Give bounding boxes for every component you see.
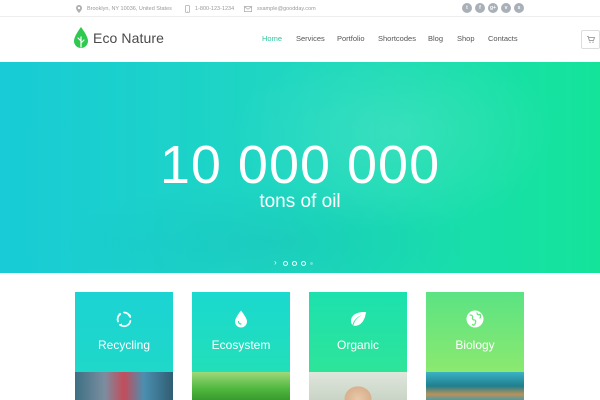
card-header: Recycling <box>75 292 173 372</box>
slider-next-arrow-icon[interactable]: › <box>274 259 277 267</box>
card-header: Biology <box>426 292 524 372</box>
location-pin-icon <box>76 4 82 13</box>
slider-dot[interactable] <box>309 261 313 265</box>
twitter-icon[interactable]: t <box>462 3 472 13</box>
email-info[interactable]: sxample@goodday.com <box>244 0 316 17</box>
card-label: Organic <box>336 338 380 352</box>
hero-subtitle: tons of oil <box>259 191 341 212</box>
skype-icon[interactable]: s <box>514 3 524 13</box>
feature-card-organic[interactable]: Organic <box>309 292 407 400</box>
nav-item-contacts[interactable]: Contacts <box>488 34 518 43</box>
slider-dot[interactable] <box>300 260 306 266</box>
nav-item-services[interactable]: Services <box>296 34 325 43</box>
grass-photo <box>192 372 290 400</box>
social-links: t f g+ v s <box>462 3 524 13</box>
nav-item-shop[interactable]: Shop <box>457 34 475 43</box>
recycling-photo <box>75 372 173 400</box>
address-info: Brooklyn, NY 10036, United States <box>76 0 172 17</box>
nav-item-blog[interactable]: Blog <box>428 34 443 43</box>
vimeo-icon[interactable]: v <box>501 3 511 13</box>
card-label: Ecosystem <box>211 338 271 352</box>
leaf-icon <box>349 310 367 328</box>
person-photo <box>309 372 407 400</box>
nav-item-home[interactable]: Home <box>262 34 282 43</box>
card-label: Biology <box>455 338 495 352</box>
logo-text: Eco Nature <box>93 30 165 46</box>
water-drop-icon <box>234 310 248 328</box>
card-header: Ecosystem <box>192 292 290 372</box>
google-plus-icon[interactable]: g+ <box>488 3 498 13</box>
cart-icon <box>586 36 595 43</box>
card-label: Recycling <box>97 338 151 352</box>
hero-headline-number: 10 000 000 <box>159 135 441 195</box>
recycle-icon <box>115 310 133 328</box>
feature-card-recycling[interactable]: Recycling <box>75 292 173 400</box>
facebook-icon[interactable]: f <box>475 3 485 13</box>
cart-button[interactable] <box>581 30 600 49</box>
phone-info: 1-800-123-1234 <box>185 0 234 17</box>
phone-icon <box>185 4 190 13</box>
top-info-bar: Brooklyn, NY 10036, United States 1-800-… <box>0 0 600 17</box>
feature-card-ecosystem[interactable]: Ecosystem <box>192 292 290 400</box>
globe-icon <box>466 310 484 328</box>
email-link[interactable]: sxample@goodday.com <box>257 6 316 12</box>
address-text: Brooklyn, NY 10036, United States <box>87 5 172 12</box>
phone-text: 1-800-123-1234 <box>195 5 235 12</box>
feature-card-biology[interactable]: Biology <box>426 292 524 400</box>
slider-dot[interactable] <box>282 260 288 266</box>
nav-item-portfolio[interactable]: Portfolio <box>337 34 365 43</box>
coral-reef-photo <box>426 372 524 400</box>
card-header: Organic <box>309 292 407 372</box>
slider-pagination: › <box>274 259 313 267</box>
envelope-icon <box>244 5 252 12</box>
nav-item-shortcodes[interactable]: Shortcodes <box>378 34 416 43</box>
slider-dot[interactable] <box>291 260 297 266</box>
site-header: Eco Nature Home Services Portfolio Short… <box>0 17 600 62</box>
hero-slider: 10 000 000 tons of oil › <box>0 62 600 273</box>
leaf-drop-logo-icon <box>74 27 88 48</box>
logo[interactable]: Eco Nature <box>74 27 164 49</box>
